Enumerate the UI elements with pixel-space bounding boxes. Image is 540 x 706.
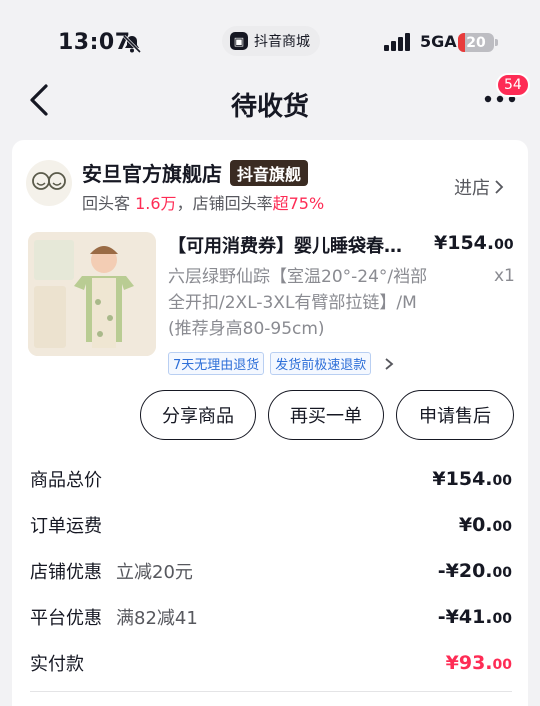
summary-amount-int: ¥93. (445, 652, 493, 674)
rebuy-button[interactable]: 再买一单 (268, 390, 384, 440)
price-summary: 商品总价 ¥154.00 订单运费 ¥0.00 店铺优惠 立减20元 -¥20.0… (30, 456, 512, 686)
summary-amount-dec: 00 (492, 657, 512, 673)
product-price-int: ¥154. (434, 232, 495, 254)
product-thumbnail[interactable] (28, 232, 156, 356)
summary-row-shipping: 订单运费 ¥0.00 (30, 502, 512, 548)
repeat-prefix: 回头客 (82, 194, 131, 213)
status-bar: 13:07 ▣ 抖音商城 5GA 20 (0, 0, 540, 66)
order-actions: 分享商品 再买一单 申请售后 (140, 390, 514, 440)
summary-amount-int: ¥154. (432, 468, 493, 490)
product-title[interactable]: 【可用消费券】婴儿睡袋春… (168, 232, 418, 258)
after-sale-button[interactable]: 申请售后 (396, 390, 514, 440)
product-photo (28, 232, 156, 356)
summary-label: 店铺优惠 (30, 562, 102, 583)
divider (30, 691, 512, 692)
shop-logo-icon (32, 172, 66, 190)
repeat-rate: 超75% (272, 194, 325, 213)
summary-label: 商品总价 (30, 470, 102, 491)
battery-fill (458, 33, 466, 52)
mini-app-label: 抖音商城 (254, 34, 310, 50)
battery-icon: 20 (458, 33, 498, 52)
status-time: 13:07 (58, 30, 131, 55)
product-price-dec: 00 (494, 237, 514, 253)
summary-amount-dec: 00 (492, 519, 512, 535)
shopping-bag-icon: ▣ (230, 32, 248, 50)
nav-bar: 待收货 54 (0, 66, 540, 136)
chevron-right-icon (385, 357, 394, 370)
summary-amount: -¥41.00 (438, 606, 512, 628)
signal-icon (384, 33, 410, 51)
enter-shop-link[interactable]: 进店 (454, 174, 504, 200)
notification-badge: 54 (496, 73, 530, 97)
service-tag-refund: 发货前极速退款 (270, 352, 372, 375)
network-type: 5GA (420, 32, 457, 51)
summary-label: 平台优惠 (30, 608, 102, 629)
shop-name: 安旦官方旗舰店 (82, 162, 222, 186)
service-tag-return: 7天无理由退货 (168, 352, 265, 375)
summary-amount: -¥20.00 (438, 560, 512, 582)
shop-flagship-badge: 抖音旗舰 (230, 159, 309, 186)
product-quantity: x1 (494, 266, 515, 286)
summary-amount-dec: 00 (492, 473, 512, 489)
summary-amount: ¥154.00 (432, 468, 512, 490)
share-product-button[interactable]: 分享商品 (140, 390, 256, 440)
summary-amount-paid: ¥93.00 (446, 652, 512, 674)
mini-app-pill[interactable]: ▣ 抖音商城 (222, 26, 320, 56)
summary-row-shop-discount: 店铺优惠 立减20元 -¥20.00 (30, 548, 512, 594)
order-card: 安旦官方旗舰店 抖音旗舰 回头客 1.6万，店铺回头率超75% 进店 【可用消费… (12, 140, 528, 706)
battery-level: 20 (466, 34, 486, 51)
product-spec: 六层绿野仙踪【室温20°-24°/裆部全开扣/2XL-3XL有臂部拉链】/M (… (168, 267, 428, 339)
summary-row-paid: 实付款 ¥93.00 (30, 640, 512, 686)
summary-row-total: 商品总价 ¥154.00 (30, 456, 512, 502)
summary-sub: 满82减41 (116, 608, 198, 629)
summary-label: 订单运费 (30, 516, 102, 537)
shop-name-row[interactable]: 安旦官方旗舰店 抖音旗舰 (82, 158, 309, 187)
enter-shop-label: 进店 (454, 178, 490, 199)
summary-amount-int: ¥0. (458, 514, 493, 536)
summary-amount-dec: 00 (492, 611, 512, 627)
shop-repeat-stats: 回头客 1.6万，店铺回头率超75% (82, 190, 324, 214)
summary-amount-dec: 00 (492, 565, 512, 581)
bell-off-icon (122, 34, 142, 54)
repeat-rate-prefix: ，店铺回头率 (176, 194, 273, 213)
summary-label: 实付款 (30, 654, 84, 675)
summary-amount-int: -¥20. (437, 560, 493, 582)
summary-amount-int: -¥41. (437, 606, 493, 628)
service-tags[interactable]: 7天无理由退货 发货前极速退款 (168, 352, 395, 375)
repeat-count: 1.6万 (135, 194, 177, 213)
product-price: ¥154.00 (434, 232, 514, 254)
shop-logo[interactable] (26, 160, 72, 206)
chevron-right-icon (495, 180, 504, 194)
page-title: 待收货 (230, 92, 309, 122)
summary-row-platform-discount: 平台优惠 满82减41 -¥41.00 (30, 594, 512, 640)
summary-amount: ¥0.00 (459, 514, 512, 536)
summary-sub: 立减20元 (116, 562, 193, 583)
